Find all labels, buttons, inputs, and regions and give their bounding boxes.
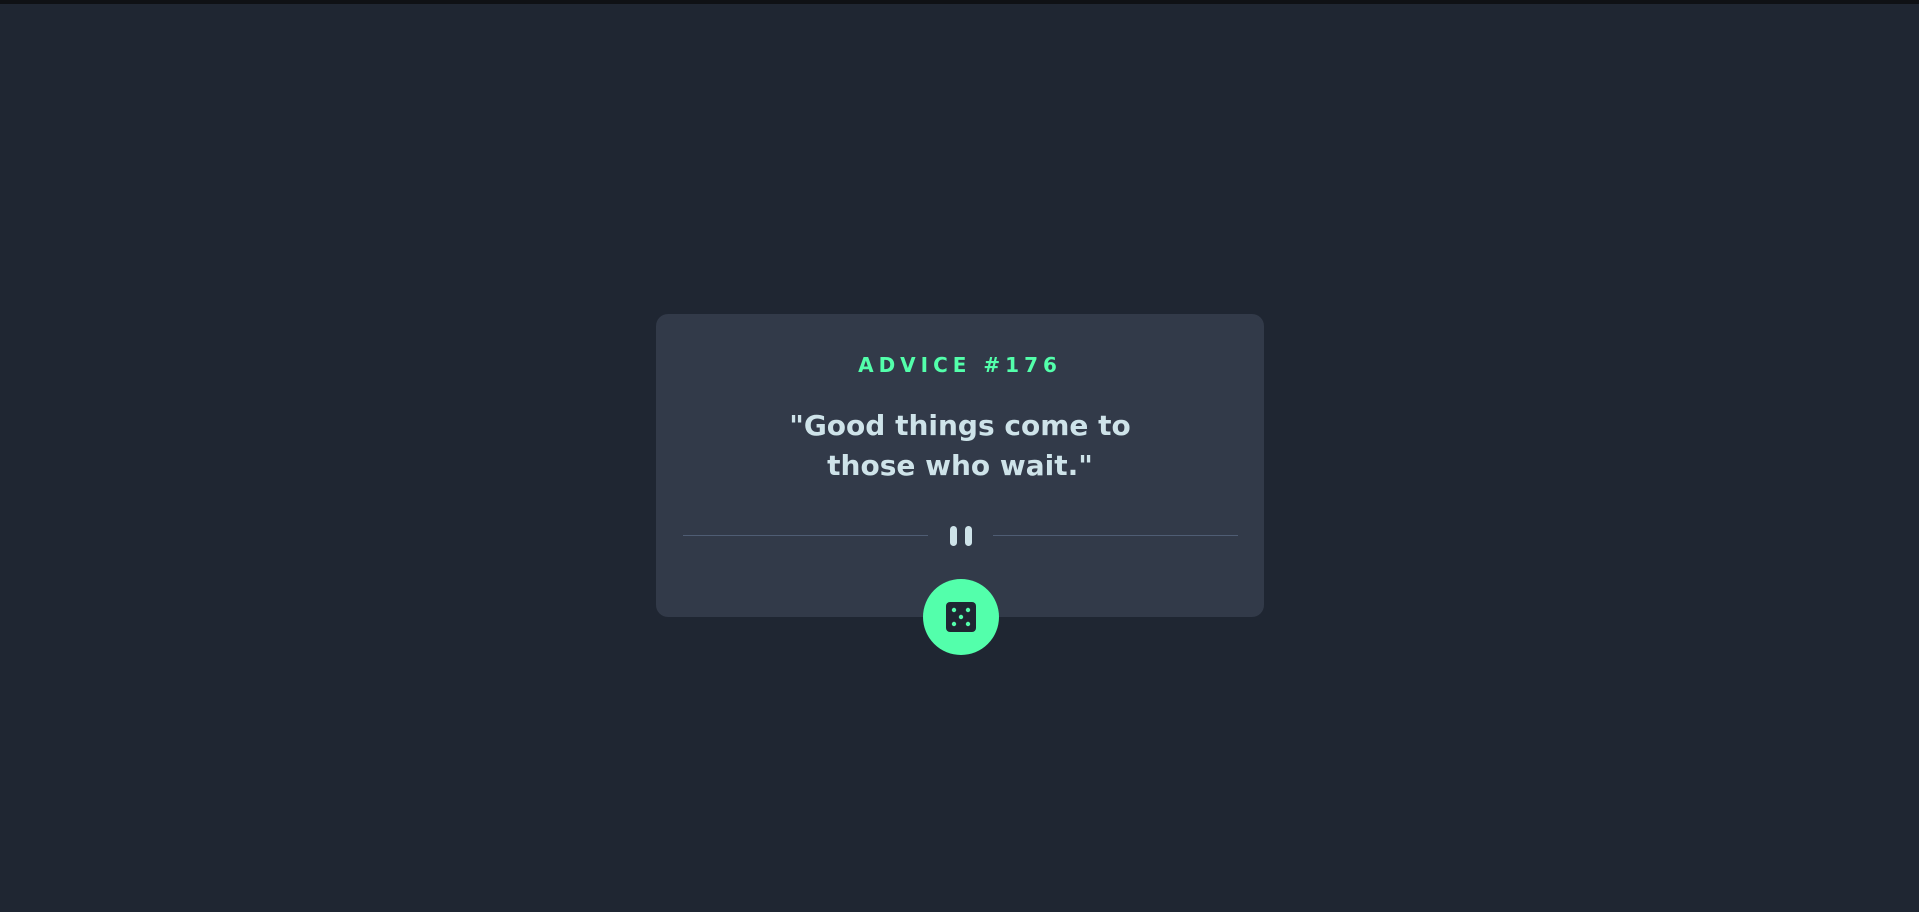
divider [683, 526, 1238, 546]
divider-line-right [993, 535, 1238, 536]
advice-quote: "Good things come to those who wait." [789, 409, 1131, 482]
advice-card: ADVICE #176 "Good things come to those w… [656, 314, 1264, 617]
divider-line-left [683, 535, 928, 536]
dice-button[interactable] [923, 579, 999, 655]
dice-icon [946, 602, 976, 632]
pause-icon [948, 526, 974, 546]
page: ADVICE #176 "Good things come to those w… [0, 0, 1919, 912]
advice-id: ADVICE #176 [858, 353, 1062, 377]
